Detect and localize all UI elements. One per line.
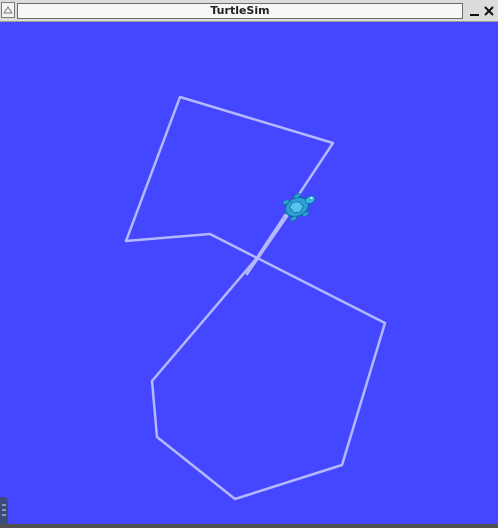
title-bar[interactable]: TurtleSim xyxy=(0,0,498,22)
window-menu-button[interactable] xyxy=(1,2,15,18)
pen-trail-drawing xyxy=(124,95,387,501)
bottom-edge xyxy=(0,524,498,528)
window-title: TurtleSim xyxy=(17,3,463,19)
turtlesim-window: TurtleSim xyxy=(0,0,498,528)
turtle-canvas xyxy=(0,22,498,528)
pen-trail xyxy=(124,95,387,501)
corner-handle[interactable] xyxy=(0,497,8,525)
minimize-button[interactable] xyxy=(467,3,481,19)
upper-trail xyxy=(124,95,387,501)
window-menu-icon xyxy=(3,6,13,14)
grip-icon xyxy=(2,504,6,516)
minimize-icon xyxy=(470,14,479,16)
close-icon xyxy=(484,6,494,16)
close-button[interactable] xyxy=(482,3,496,19)
